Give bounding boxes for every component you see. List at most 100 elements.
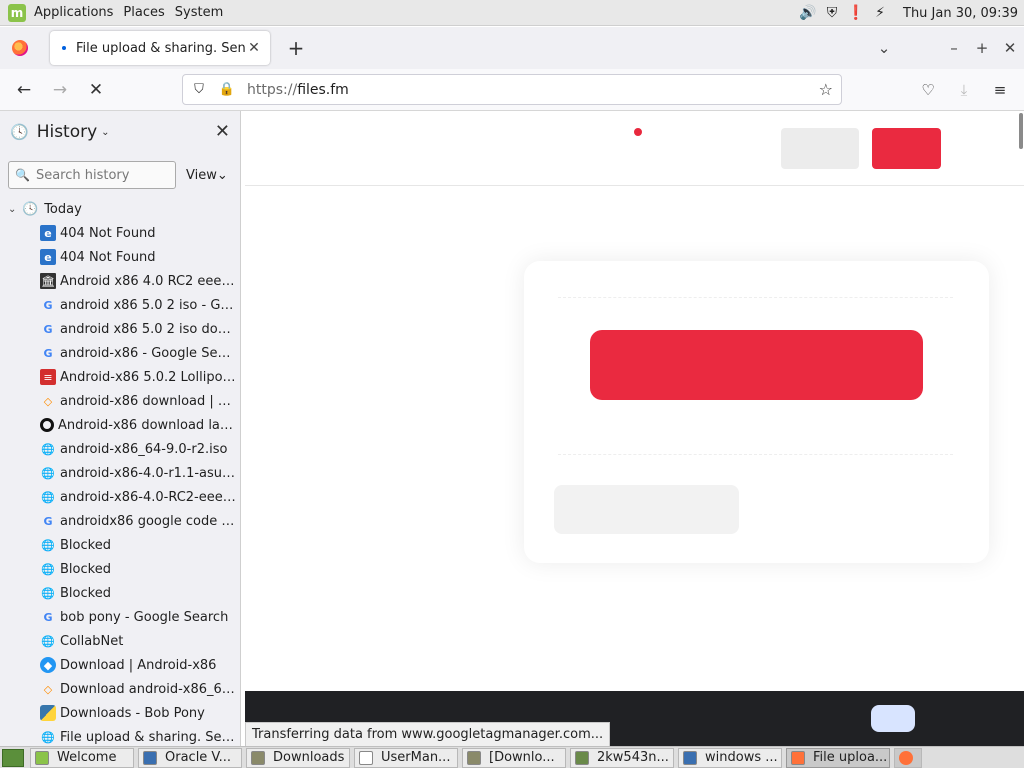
globe-icon: 🌐	[41, 586, 55, 600]
history-item[interactable]: ◇ android-x86 download | So...	[0, 389, 240, 413]
window-icon	[683, 750, 697, 765]
minimize-icon[interactable]: –	[940, 39, 968, 57]
scrollbar[interactable]	[1019, 113, 1023, 149]
close-window-icon[interactable]: ✕	[996, 39, 1024, 57]
taskbar-item[interactable]: UserMan...	[354, 747, 458, 768]
tab-close-icon[interactable]: ✕	[246, 40, 262, 56]
upload-card	[524, 261, 989, 563]
login-button-placeholder[interactable]	[781, 128, 859, 169]
taskbar-item[interactable]: [Downlo...	[462, 747, 566, 768]
search-placeholder: Search history	[35, 167, 130, 183]
taskbar-item[interactable]: Welcome	[30, 747, 134, 768]
lock-icon[interactable]: 🔒	[215, 82, 239, 97]
chevron-down-icon[interactable]: ⌄	[8, 204, 22, 215]
history-item-label: Android-x86 download late...	[58, 417, 236, 433]
secondary-button-placeholder[interactable]	[554, 485, 739, 534]
shield-icon[interactable]: ⛨	[823, 4, 841, 22]
history-item[interactable]: 🌐 Blocked	[0, 581, 240, 605]
bookmark-star-icon[interactable]: ☆	[819, 80, 833, 99]
update-icon[interactable]: ❗	[847, 4, 865, 22]
view-button[interactable]: View⌄	[186, 168, 228, 183]
history-item[interactable]: ≡ Android-x86 5.0.2 Lollipop ...	[0, 365, 240, 389]
history-item[interactable]: 🌐 android-x86-4.0-RC2-eeepc...	[0, 485, 240, 509]
history-item-label: Download android-x86_64-...	[60, 681, 238, 697]
show-desktop-button[interactable]	[2, 748, 24, 767]
history-item[interactable]: 🏛 Android x86 4.0 RC2 eeepc ...	[0, 269, 240, 293]
tab-bar: File upload & sharing. Send ✕ + ⌄ – + ✕	[0, 27, 1024, 69]
history-item[interactable]: e 404 Not Found	[0, 245, 240, 269]
globe-icon: 🌐	[41, 730, 55, 744]
mint-logo-icon[interactable]: m	[8, 3, 26, 22]
taskbar-item[interactable]: File uploa...	[786, 747, 890, 768]
tab-active[interactable]: File upload & sharing. Send ✕	[50, 31, 270, 65]
history-item-label: bob pony - Google Search	[60, 609, 229, 625]
taskbar-item[interactable]: Downloads	[246, 747, 350, 768]
downloads-icon[interactable]: ⤓	[946, 81, 982, 99]
clock[interactable]: Thu Jan 30, 09:39	[903, 6, 1018, 21]
history-item-label: Blocked	[60, 537, 111, 553]
new-tab-button[interactable]: +	[284, 36, 308, 60]
taskbar-item[interactable]: Oracle V...	[138, 747, 242, 768]
history-item-label: android x86 5.0 2 iso downl...	[60, 321, 238, 337]
places-menu[interactable]: Places	[121, 5, 172, 20]
taskbar-item-label: Downloads	[273, 750, 345, 765]
history-item-label: android x86 5.0 2 iso - Goo...	[60, 297, 238, 313]
taskbar-item[interactable]: 2kw543n...	[570, 747, 674, 768]
nav-bar: ← → ✕ ⛉ 🔒 https://files.fm ☆ ♡ ⤓ ≡	[0, 69, 1024, 111]
group-label: Today	[44, 201, 82, 217]
history-list: e 404 Not Found e 404 Not Found 🏛 Android x86…	[0, 221, 240, 747]
sidebar-close-icon[interactable]: ✕	[215, 121, 230, 142]
ie-icon: e	[40, 249, 56, 265]
sidebar-title[interactable]: History	[37, 122, 97, 142]
history-item[interactable]: Downloads - Bob Pony	[0, 701, 240, 725]
stop-icon[interactable]: ✕	[78, 80, 114, 100]
url-bar[interactable]: ⛉ 🔒 https://files.fm ☆	[182, 74, 842, 105]
chevron-down-icon[interactable]: ⌄	[101, 127, 109, 138]
window-icon	[575, 750, 589, 765]
forward-icon[interactable]: →	[42, 80, 78, 100]
applications-menu[interactable]: Applications	[32, 5, 121, 20]
history-item[interactable]: 🌐 android-x86-4.0-r1.1-asus_l...	[0, 461, 240, 485]
page-content: Transferring data from www.googletagmana…	[245, 111, 1024, 747]
upload-button-placeholder[interactable]	[590, 330, 923, 400]
chat-widget-icon[interactable]	[871, 705, 915, 732]
history-item[interactable]: 🌐 File upload & sharing. Send ...	[0, 725, 240, 747]
firefox-icon[interactable]	[12, 40, 28, 56]
history-item[interactable]: 🌐 android-x86_64-9.0-r2.iso	[0, 437, 240, 461]
red-book-icon: ≡	[40, 369, 56, 385]
list-tabs-icon[interactable]: ⌄	[870, 39, 898, 57]
history-item[interactable]: Gandroid x86 5.0 2 iso downl...	[0, 317, 240, 341]
taskbar-item-label: Oracle V...	[165, 750, 232, 765]
history-item[interactable]: 🌐 Blocked	[0, 533, 240, 557]
history-item[interactable]: e 404 Not Found	[0, 221, 240, 245]
history-item[interactable]: 🌐 CollabNet	[0, 629, 240, 653]
search-history-input[interactable]: 🔍 Search history	[8, 161, 176, 189]
history-item[interactable]: Gandroid x86 5.0 2 iso - Goo...	[0, 293, 240, 317]
back-icon[interactable]: ←	[6, 80, 42, 100]
system-menu[interactable]: System	[173, 5, 231, 20]
taskbar-item[interactable]: windows ...	[678, 747, 782, 768]
history-item[interactable]: ◆ Download | Android-x86	[0, 653, 240, 677]
history-item[interactable]: Android-x86 download late...	[0, 413, 240, 437]
clock-icon: 🕓	[22, 201, 39, 217]
history-item[interactable]: Gandroidx86 google code - ...	[0, 509, 240, 533]
history-item[interactable]: Gandroid-x86 - Google Searc...	[0, 341, 240, 365]
history-item[interactable]: 🌐 Blocked	[0, 557, 240, 581]
signup-button-placeholder[interactable]	[872, 128, 941, 169]
upload-dropzone[interactable]	[558, 297, 953, 455]
tracking-protection-icon[interactable]: ⛉	[187, 82, 211, 97]
history-group-today[interactable]: ⌄ 🕓 Today	[0, 197, 240, 221]
python-icon	[40, 705, 56, 721]
menu-icon[interactable]: ≡	[982, 81, 1018, 99]
history-item[interactable]: Gbob pony - Google Search	[0, 605, 240, 629]
history-item[interactable]: ◇ Download android-x86_64-...	[0, 677, 240, 701]
volume-icon[interactable]: 🔊	[799, 4, 817, 22]
history-item-label: Download | Android-x86	[60, 657, 217, 673]
firefox-launcher-icon[interactable]	[894, 747, 922, 768]
maximize-icon[interactable]: +	[968, 39, 996, 57]
network-icon[interactable]: ⚡	[871, 4, 889, 22]
pocket-icon[interactable]: ♡	[910, 81, 946, 99]
url-host: files.fm	[297, 81, 349, 98]
history-item-label: Blocked	[60, 561, 111, 577]
url-text[interactable]: https://files.fm	[247, 82, 349, 98]
